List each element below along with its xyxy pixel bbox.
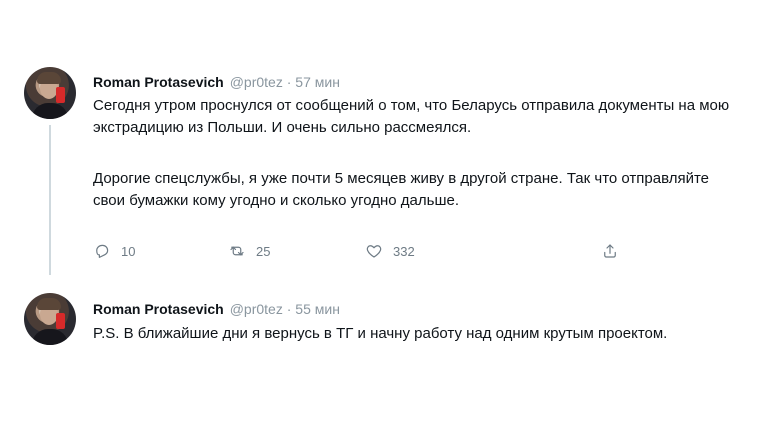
like-count: 332: [393, 243, 415, 259]
avatar[interactable]: [24, 293, 76, 345]
heart-icon: [366, 245, 382, 258]
tweet-text: Дорогие спецслужбы, я уже почти 5 месяце…: [93, 170, 710, 209]
handle-and-time[interactable]: @pr0tez · 55 мин: [230, 301, 340, 317]
tweet[interactable]: Roman Protasevich @pr0tez · 57 мин Сегодн…: [0, 55, 758, 280]
reply-icon: [96, 244, 109, 258]
share-button[interactable]: [601, 240, 619, 262]
tweet-actions: 10 25 332: [93, 240, 653, 262]
thread-connector: [49, 125, 51, 275]
retweet-button[interactable]: 25: [228, 240, 270, 262]
tweet-header: Roman Protasevich @pr0tez · 57 мин: [93, 73, 340, 91]
tweet-header: Roman Protasevich @pr0tez · 55 мин: [93, 300, 340, 318]
tweet-thread: Roman Protasevich @pr0tez · 57 мин Сегодн…: [0, 55, 758, 365]
retweet-icon: [230, 246, 244, 256]
author-name[interactable]: Roman Protasevich: [93, 74, 224, 90]
share-icon: [604, 244, 616, 258]
reply-button[interactable]: 10: [93, 240, 135, 262]
author-name[interactable]: Roman Protasevich: [93, 301, 224, 317]
tweet-text: P.S. В ближайшие дни я вернусь в ТГ и на…: [93, 325, 668, 342]
avatar[interactable]: [24, 67, 76, 119]
retweet-count: 25: [256, 243, 271, 259]
tweet-text: Сегодня утром проснулся от сообщений о т…: [93, 97, 730, 136]
handle-and-time[interactable]: @pr0tez · 57 мин: [230, 74, 340, 90]
reply-count: 10: [121, 243, 136, 259]
tweet[interactable]: Roman Protasevich @pr0tez · 55 мин P.S. В…: [0, 280, 758, 365]
like-button[interactable]: 332: [365, 240, 415, 262]
